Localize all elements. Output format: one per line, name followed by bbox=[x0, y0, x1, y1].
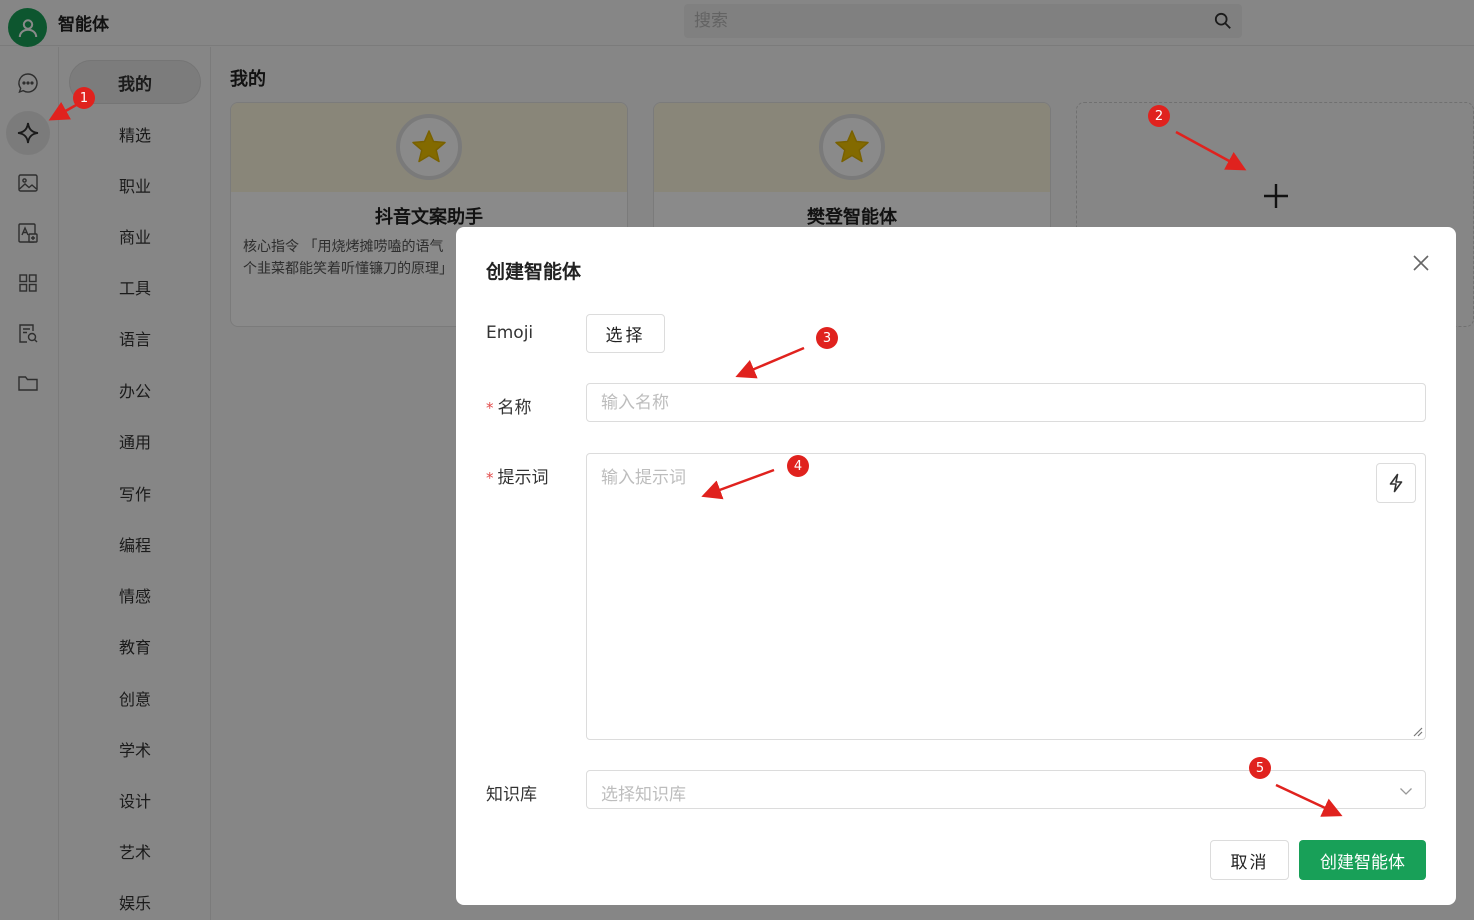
resize-handle-icon[interactable] bbox=[1413, 727, 1423, 737]
knowledge-base-placeholder: 选择知识库 bbox=[601, 785, 686, 805]
name-label: * 名称 bbox=[486, 393, 532, 418]
knowledge-base-label: 知识库 bbox=[486, 785, 537, 805]
dialog-title: 创建智能体 bbox=[486, 261, 582, 283]
chevron-down-icon bbox=[1400, 788, 1412, 795]
name-input[interactable] bbox=[586, 383, 1426, 422]
required-mark: * bbox=[486, 469, 494, 487]
generate-prompt-button[interactable] bbox=[1376, 463, 1416, 503]
annotation-badge-2: 2 bbox=[1148, 105, 1170, 127]
annotation-badge-3: 3 bbox=[816, 327, 838, 349]
required-mark: * bbox=[486, 399, 494, 417]
knowledge-base-select[interactable]: 选择知识库 bbox=[586, 770, 1426, 809]
annotation-badge-5: 5 bbox=[1249, 757, 1271, 779]
create-agent-dialog: 创建智能体 Emoji 选择 *名称 *提示词 知识库 选择知识库 取消 创建智… bbox=[456, 227, 1456, 905]
prompt-label-text: 提示词 bbox=[497, 468, 549, 488]
close-icon[interactable] bbox=[1411, 253, 1431, 273]
annotation-badge-1: 1 bbox=[73, 87, 95, 109]
prompt-label: * 提示词 bbox=[486, 463, 549, 488]
emoji-label: Emoji bbox=[486, 323, 534, 343]
cancel-button[interactable]: 取消 bbox=[1210, 840, 1289, 880]
lightning-icon bbox=[1389, 473, 1403, 493]
create-agent-button[interactable]: 创建智能体 bbox=[1299, 840, 1426, 880]
emoji-select-button[interactable]: 选择 bbox=[586, 314, 665, 353]
prompt-textarea[interactable] bbox=[586, 453, 1426, 740]
name-label-text: 名称 bbox=[497, 398, 532, 418]
annotation-badge-4: 4 bbox=[787, 455, 809, 477]
